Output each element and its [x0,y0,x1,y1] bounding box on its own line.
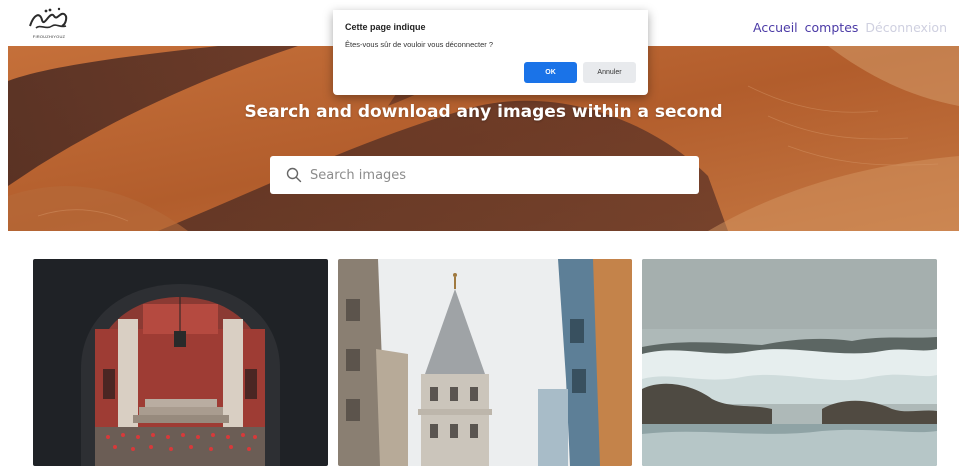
nav-deconnexion-link[interactable]: Déconnexion [865,20,947,35]
nav-comptes-link[interactable]: comptes [805,20,859,35]
galata-tower-image [338,259,632,466]
logo[interactable]: FIROUZHIYOUZ [26,6,72,42]
ocean-waves-image [642,259,937,466]
logout-confirm-dialog: Cette page indique Êtes-vous sûr de voul… [333,10,648,95]
dialog-title: Cette page indique [345,22,426,32]
search-bar[interactable] [270,156,699,194]
arched-doorway-image [33,259,328,466]
hero-title: Search and download any images within a … [244,102,723,122]
search-icon [286,167,302,183]
logo-calligraphy-icon [29,7,68,29]
top-nav: Accueil comptes Déconnexion [753,20,947,35]
search-input[interactable] [310,160,690,190]
dialog-message: Êtes-vous sûr de vouloir vous déconnecte… [345,40,493,49]
nav-accueil-link[interactable]: Accueil [753,20,798,35]
gallery-image-3[interactable] [642,259,937,466]
gallery-image-1[interactable] [33,259,328,466]
ok-button[interactable]: OK [524,62,577,83]
cancel-button[interactable]: Annuler [583,62,636,83]
gallery-image-2[interactable] [338,259,632,466]
logo-caption: FIROUZHIYOUZ [32,34,66,39]
